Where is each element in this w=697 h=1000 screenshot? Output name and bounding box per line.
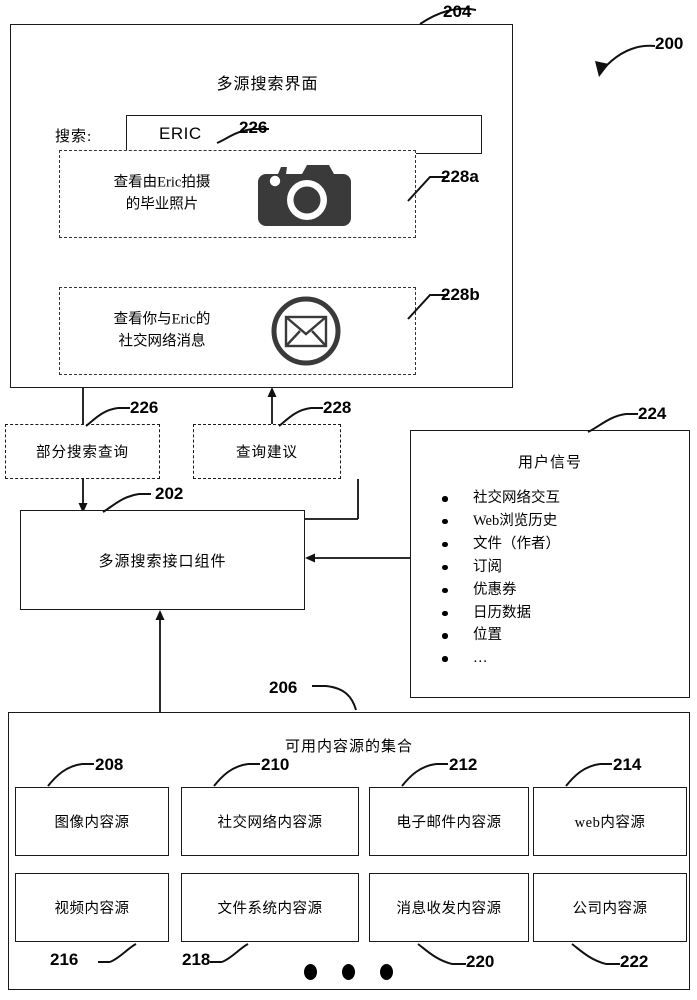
source-label: web内容源 — [574, 815, 646, 831]
suggestion-photos-text: 查看由Eric拍摄 的毕业照片 — [82, 172, 242, 217]
ref-208: 208 — [95, 755, 124, 774]
list-item: … — [437, 647, 560, 670]
ui-panel-title: 多源搜索界面 — [216, 76, 319, 93]
source-box-email[interactable]: 电子邮件内容源 — [369, 787, 529, 856]
list-item: 文件（作者） — [437, 533, 560, 556]
list-item: 日历数据 — [437, 602, 560, 625]
source-box-image[interactable]: 图像内容源 — [15, 787, 169, 856]
partial-search-query-label: 部分搜索查询 — [36, 445, 129, 461]
user-signals-title: 用户信号 — [517, 455, 582, 471]
content-sources-title: 可用内容源的集合 — [284, 739, 413, 755]
ref-228b: 228b — [441, 285, 480, 304]
ref-226-inline: 226 — [239, 118, 268, 137]
more-sources-dot — [380, 964, 393, 980]
ref-204: 204 — [443, 2, 472, 21]
list-item: 社交网络交互 — [437, 487, 560, 510]
source-label: 电子邮件内容源 — [396, 815, 502, 831]
suggestion-card-photos[interactable]: 查看由Eric拍摄 的毕业照片 — [59, 150, 416, 238]
suggestion-photos-line2: 的毕业照片 — [125, 197, 199, 213]
source-label: 视频内容源 — [54, 901, 130, 917]
ref-218: 218 — [182, 950, 211, 969]
figure-canvas: 200 204 多源搜索界面 搜索: ERIC 226 查看由Eric拍摄 的毕… — [0, 0, 697, 1000]
list-item: Web浏览历史 — [437, 510, 560, 533]
multi-source-search-ui-panel: 多源搜索界面 搜索: ERIC 226 查看由Eric拍摄 的毕业照片 查看你与… — [10, 24, 513, 388]
source-label: 消息收发内容源 — [396, 901, 502, 917]
source-box-video[interactable]: 视频内容源 — [15, 873, 169, 942]
camera-icon — [256, 156, 356, 232]
source-box-web[interactable]: web内容源 — [533, 787, 687, 856]
partial-search-query-box: 部分搜索查询 — [5, 424, 160, 479]
content-sources-collection: 可用内容源的集合 图像内容源 社交网络内容源 电子邮件内容源 web内容源 视频… — [8, 712, 690, 990]
query-suggestion-box: 查询建议 — [193, 424, 341, 479]
envelope-circle-icon — [256, 293, 356, 369]
source-label: 公司内容源 — [572, 901, 648, 917]
ref-206-leader — [312, 685, 357, 711]
ref-202: 202 — [155, 484, 184, 503]
list-item: 订阅 — [437, 556, 560, 579]
ref-210: 210 — [261, 755, 290, 774]
suggestion-messages-text: 查看你与Eric的 社交网络消息 — [82, 309, 242, 354]
ref-222: 222 — [620, 952, 649, 971]
ref-224: 224 — [638, 404, 667, 423]
source-label: 图像内容源 — [54, 815, 130, 831]
suggestion-photos-line1: 查看由Eric拍摄 — [113, 174, 211, 191]
ref-228a: 228a — [441, 167, 479, 186]
user-signals-list: 社交网络交互 Web浏览历史 文件（作者） 订阅 优惠券 日历数据 位置 … — [437, 487, 560, 670]
source-box-file-system[interactable]: 文件系统内容源 — [181, 873, 359, 942]
ref-206: 206 — [269, 678, 298, 697]
source-label: 文件系统内容源 — [217, 901, 323, 917]
multi-source-search-interface-component: 多源搜索接口组件 — [20, 510, 305, 610]
overall-ref-leader — [595, 44, 656, 77]
ref-220: 220 — [466, 952, 495, 971]
ref-226: 226 — [130, 398, 159, 417]
search-input-value: ERIC — [159, 124, 202, 143]
list-item: 优惠券 — [437, 579, 560, 602]
ref-212: 212 — [449, 755, 478, 774]
query-suggestion-label: 查询建议 — [236, 445, 298, 461]
more-sources-dot — [304, 964, 317, 980]
component-label: 多源搜索接口组件 — [98, 553, 227, 570]
source-box-social-network[interactable]: 社交网络内容源 — [181, 787, 359, 856]
ref-216: 216 — [50, 950, 79, 969]
suggestion-messages-line1: 查看你与Eric的 — [113, 311, 211, 328]
list-item: 位置 — [437, 624, 560, 647]
ref-200: 200 — [655, 34, 684, 53]
source-box-messaging[interactable]: 消息收发内容源 — [369, 873, 529, 942]
search-field-label: 搜索: — [55, 129, 93, 145]
more-sources-dot — [342, 964, 355, 980]
source-label: 社交网络内容源 — [217, 815, 323, 831]
user-signals-panel: 用户信号 社交网络交互 Web浏览历史 文件（作者） 订阅 优惠券 日历数据 位… — [410, 430, 690, 698]
suggestion-card-messages[interactable]: 查看你与Eric的 社交网络消息 — [59, 287, 416, 375]
suggestion-messages-line2: 社交网络消息 — [118, 334, 206, 350]
ref-228: 228 — [323, 398, 352, 417]
source-box-company[interactable]: 公司内容源 — [533, 873, 687, 942]
ref-214: 214 — [613, 755, 642, 774]
